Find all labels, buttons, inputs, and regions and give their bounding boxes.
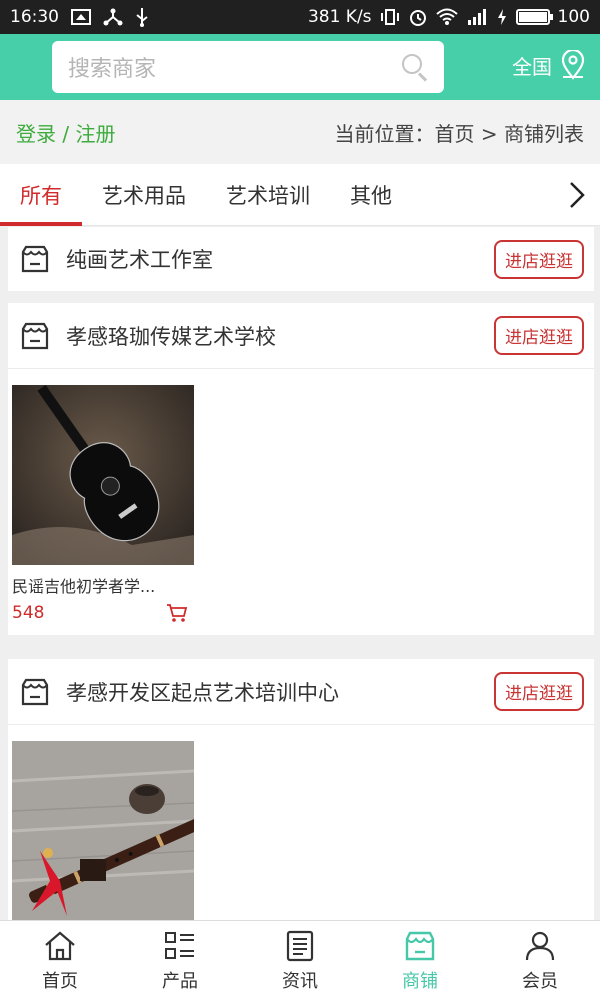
region-label: 全国 bbox=[512, 54, 552, 79]
nav-news[interactable]: 资讯 bbox=[240, 921, 360, 1000]
nav-label: 会员 bbox=[522, 970, 558, 992]
product-card[interactable] bbox=[12, 741, 194, 920]
store-icon bbox=[21, 322, 49, 349]
signal-icon bbox=[467, 9, 486, 25]
shop-name[interactable]: 纯画艺术工作室 bbox=[66, 244, 494, 274]
location-pin-icon bbox=[561, 50, 585, 80]
visit-shop-button[interactable]: 进店逛逛 bbox=[494, 239, 584, 279]
search-icon[interactable] bbox=[402, 54, 428, 82]
tab-all[interactable]: 所有 bbox=[0, 164, 82, 226]
search-input[interactable]: 搜索商家 bbox=[52, 41, 444, 93]
nav-label: 产品 bbox=[162, 970, 198, 992]
flute-product-image[interactable] bbox=[12, 741, 194, 920]
app-header: 搜索商家 全国 bbox=[0, 34, 600, 100]
product-price: 548 bbox=[12, 603, 45, 623]
news-icon bbox=[286, 930, 314, 961]
grid-list-icon bbox=[165, 931, 194, 959]
battery-percent: 100 bbox=[557, 7, 590, 27]
tab-label: 所有 bbox=[20, 183, 62, 208]
guitar-product-image[interactable] bbox=[12, 385, 194, 565]
product-card[interactable]: 民谣吉他初学者学... 548 bbox=[12, 385, 194, 623]
region-selector[interactable]: 全国 bbox=[512, 50, 586, 80]
tab-art-training[interactable]: 艺术培训 bbox=[206, 164, 330, 226]
search-placeholder: 搜索商家 bbox=[68, 57, 157, 82]
alarm-icon bbox=[409, 10, 426, 26]
tab-other[interactable]: 其他 bbox=[330, 164, 412, 226]
share-icon bbox=[103, 8, 123, 26]
tab-label: 其他 bbox=[350, 183, 392, 208]
tab-label: 艺术用品 bbox=[102, 183, 186, 208]
usb-icon bbox=[136, 8, 148, 27]
vibrate-icon bbox=[380, 9, 399, 25]
visit-shop-button[interactable]: 进店逛逛 bbox=[494, 316, 584, 355]
status-bar: 16:30 381 K/s 100 bbox=[0, 0, 600, 34]
tab-label: 艺术培训 bbox=[226, 183, 310, 208]
shop-card: 孝感珞珈传媒艺术学校 进店逛逛 民谣吉他初学者学... 548 bbox=[8, 303, 594, 635]
battery-icon bbox=[515, 9, 553, 25]
nav-shops[interactable]: 商铺 bbox=[360, 921, 480, 1000]
home-icon bbox=[45, 931, 75, 960]
tab-art-supplies[interactable]: 艺术用品 bbox=[82, 164, 206, 226]
wifi-icon bbox=[435, 8, 458, 25]
nav-label: 商铺 bbox=[402, 970, 438, 992]
user-icon bbox=[525, 931, 555, 960]
shop-list: 纯画艺术工作室 进店逛逛 孝感珞珈传媒艺术学校 进店逛逛 民谣吉他初学者学...… bbox=[0, 227, 600, 920]
store-icon bbox=[21, 678, 49, 705]
category-tabs: 所有 艺术用品 艺术培训 其他 bbox=[0, 164, 600, 226]
charging-icon bbox=[497, 9, 506, 25]
store-icon bbox=[21, 245, 49, 273]
nav-member[interactable]: 会员 bbox=[480, 921, 600, 1000]
product-title[interactable]: 民谣吉他初学者学... bbox=[12, 573, 186, 597]
nav-home[interactable]: 首页 bbox=[0, 921, 120, 1000]
store-icon bbox=[405, 931, 435, 960]
visit-shop-button[interactable]: 进店逛逛 bbox=[494, 672, 584, 711]
nav-products[interactable]: 产品 bbox=[120, 921, 240, 1000]
breadcrumb-bar: 登录 / 注册 当前位置：首页 > 商铺列表 bbox=[0, 100, 600, 164]
bottom-nav: 首页 产品 资讯 商铺 会员 bbox=[0, 920, 600, 1000]
breadcrumb: 当前位置：首页 > 商铺列表 bbox=[334, 121, 584, 146]
network-speed: 381 K/s bbox=[307, 7, 372, 27]
shop-name[interactable]: 孝感珞珈传媒艺术学校 bbox=[66, 321, 494, 351]
status-time: 16:30 bbox=[10, 7, 59, 27]
screen-mirror-icon bbox=[71, 9, 91, 25]
shop-name[interactable]: 孝感开发区起点艺术培训中心 bbox=[66, 677, 494, 707]
chevron-right-icon[interactable] bbox=[566, 180, 588, 210]
nav-label: 首页 bbox=[42, 970, 78, 992]
shop-card: 纯画艺术工作室 进店逛逛 bbox=[8, 227, 594, 291]
nav-label: 资讯 bbox=[282, 970, 318, 992]
cart-icon[interactable] bbox=[166, 603, 188, 623]
shop-card: 孝感开发区起点艺术培训中心 进店逛逛 bbox=[8, 659, 594, 920]
login-register-link[interactable]: 登录 / 注册 bbox=[16, 118, 115, 147]
